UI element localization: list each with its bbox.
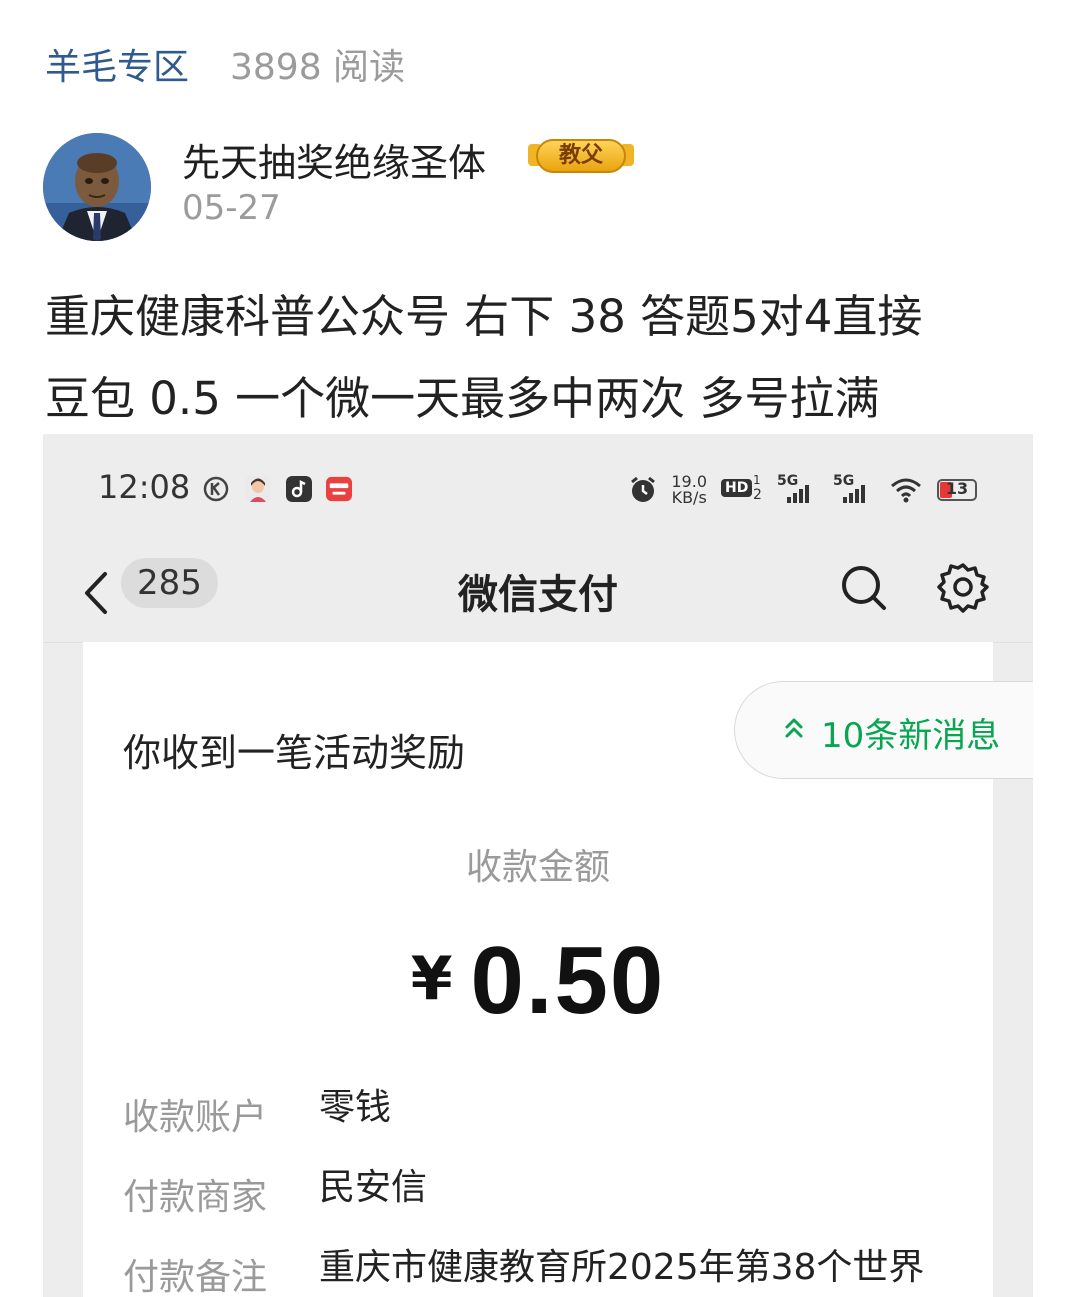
search-icon[interactable] [838, 562, 890, 614]
nav-bar: 285 微信支付 [43, 544, 1033, 643]
post-body: 重庆健康科普公众号 右下 38 答题5对4直接 豆包 0.5 一个微一天最多中两… [45, 276, 1045, 440]
detail-key: 收款账户 [123, 1097, 268, 1138]
new-messages-label: 10条新消息 [821, 716, 1001, 756]
section-tag[interactable]: 羊毛专区 [45, 38, 189, 90]
attached-screenshot[interactable]: 12:08 19.0 KB/s HD 1 2 5G 5G 13 285 微信支付… [43, 434, 1033, 1297]
detail-value: 零钱 [319, 1087, 392, 1128]
avatar-app-icon [245, 476, 271, 502]
detail-value: 重庆市健康教育所2025年第38个世界无烟日线上答题活动 [319, 1247, 925, 1288]
signal-icon: 5G [833, 473, 875, 505]
post-date: 05-27 [182, 188, 281, 228]
post-line: 重庆健康科普公众号 右下 38 答题5对4直接 [45, 290, 923, 343]
news-app-icon [326, 476, 352, 502]
detail-key: 付款商家 [123, 1177, 268, 1218]
double-chevron-up-icon [785, 718, 803, 738]
new-messages-button[interactable]: 10条新消息 [734, 681, 1033, 779]
music-app-icon [286, 476, 312, 502]
card-title: 你收到一笔活动奖励 [123, 731, 466, 775]
post-line: 豆包 0.5 一个微一天最多中两次 多号拉满 [45, 372, 880, 425]
status-bar: 12:08 19.0 KB/s HD 1 2 5G 5G 13 [43, 434, 1033, 544]
hd-indicator: HD 1 2 [721, 473, 763, 503]
avatar[interactable] [43, 133, 151, 241]
status-time: 12:08 [98, 468, 191, 506]
read-count: 3898 阅读 [230, 47, 406, 88]
amount-label: 收款金额 [465, 847, 610, 888]
k-circle-icon [203, 476, 229, 502]
gear-icon[interactable] [936, 560, 990, 614]
badge-icon: 教父 [528, 134, 634, 178]
battery-icon: 13 [937, 479, 977, 501]
net-speed: 19.0 KB/s [671, 472, 707, 507]
detail-key: 付款备注 [123, 1257, 268, 1297]
signal-icon: 5G [777, 473, 819, 505]
alarm-icon [631, 476, 656, 502]
badge-label: 教父 [536, 139, 626, 173]
currency-symbol: ¥ [410, 944, 453, 1014]
amount: ¥0.50 [83, 926, 993, 1036]
wifi-icon [891, 478, 921, 503]
author-name[interactable]: 先天抽奖绝缘圣体 [182, 132, 486, 187]
amount-value: 0.50 [470, 927, 666, 1034]
detail-value: 民安信 [319, 1167, 428, 1208]
